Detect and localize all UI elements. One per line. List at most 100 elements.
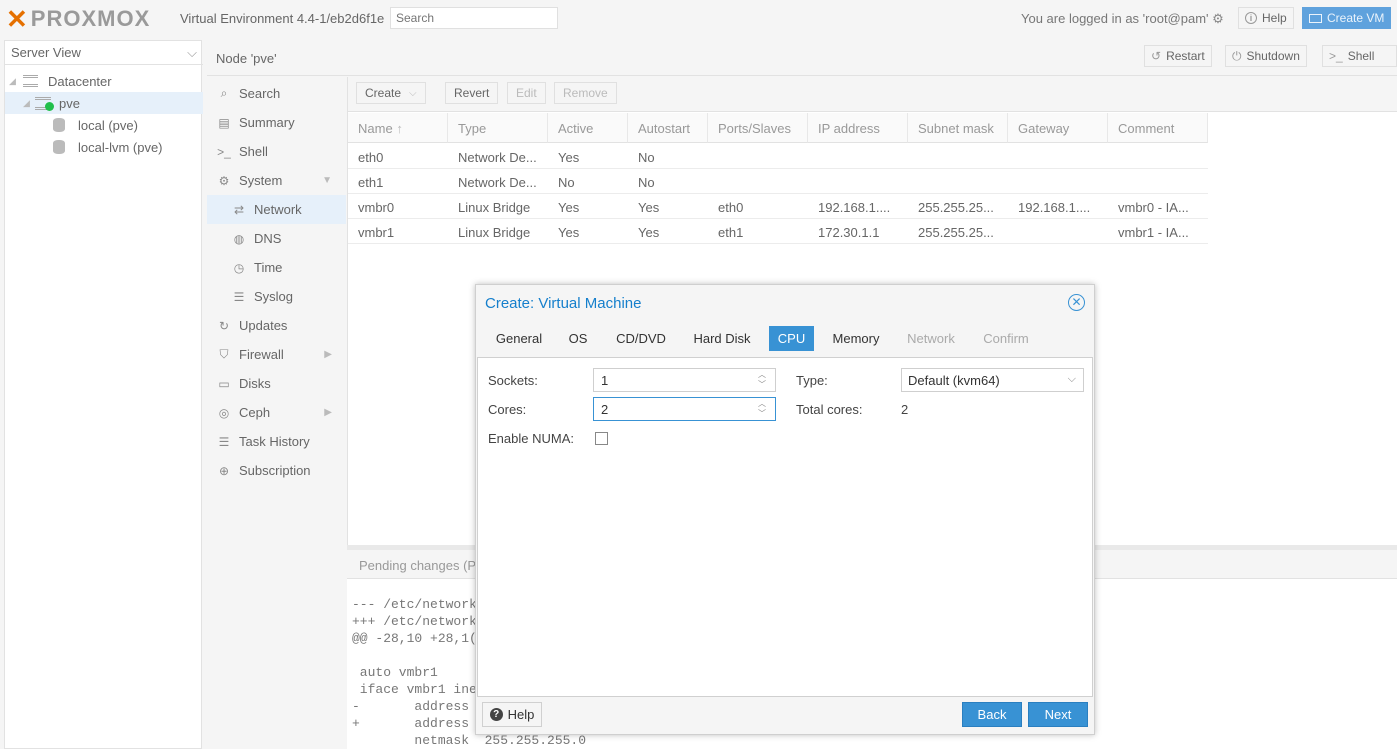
sockets-stepper[interactable]: 1 ︿ ﹀ xyxy=(593,368,776,392)
create-vm-label: Create VM xyxy=(1327,11,1385,25)
cores-value: 2 xyxy=(601,402,609,417)
revert-button[interactable]: Revert xyxy=(445,82,499,104)
expand-icon[interactable]: ◢ xyxy=(9,76,21,87)
restart-button[interactable]: ↺ Restart xyxy=(1144,45,1212,67)
tab-network[interactable]: Network xyxy=(900,326,962,351)
globe-icon: ◍ xyxy=(233,231,245,246)
tree-item-datacenter[interactable]: ◢ Datacenter xyxy=(5,70,203,92)
tab-hard-disk[interactable]: Hard Disk xyxy=(684,326,760,351)
numa-checkbox[interactable] xyxy=(595,432,608,445)
menu-item-task-history[interactable]: ☰ Task History xyxy=(207,427,346,456)
edit-label: Edit xyxy=(516,86,537,100)
menu-item-shell[interactable]: >_ Shell xyxy=(207,137,346,166)
menu-item-firewall[interactable]: ⛉ Firewall ▶ xyxy=(207,340,346,369)
cores-stepper[interactable]: 2 ︿ ﹀ xyxy=(593,397,776,421)
menu-item-ceph[interactable]: ◎ Ceph ▶ xyxy=(207,398,346,427)
cell-type: Network De... xyxy=(458,175,537,190)
menu-label: Task History xyxy=(239,434,310,449)
column-header-type[interactable]: Type xyxy=(448,113,548,143)
menu-item-summary[interactable]: ▤ Summary xyxy=(207,108,346,137)
menu-label: Updates xyxy=(239,318,288,333)
menu-item-search[interactable]: ⌕ Search xyxy=(207,79,346,108)
help-button[interactable]: i Help xyxy=(1238,7,1294,29)
cell-autostart: Yes xyxy=(638,225,660,240)
cpu-type-select[interactable]: Default (kvm64) ⌵ xyxy=(901,368,1084,392)
shell-button[interactable]: >_ Shell xyxy=(1322,45,1397,67)
close-icon[interactable]: ✕ xyxy=(1068,294,1085,311)
tab-cpu[interactable]: CPU xyxy=(769,326,814,351)
shutdown-button[interactable]: ⏻ Shutdown xyxy=(1225,45,1307,67)
help-label: Help xyxy=(507,707,535,722)
cell-active: No xyxy=(558,175,575,190)
column-header-active[interactable]: Active xyxy=(548,113,628,143)
menu-label: Summary xyxy=(239,115,295,130)
menu-item-network[interactable]: ⇄ Network xyxy=(207,195,346,224)
list-icon: ☰ xyxy=(218,434,230,449)
tree-item-local-lvm[interactable]: local-lvm (pve) xyxy=(5,136,203,158)
menu-item-system[interactable]: ⚙ System ▼ xyxy=(207,166,346,195)
column-header-autostart[interactable]: Autostart xyxy=(628,113,708,143)
spinner-arrows-icon[interactable]: ︿ ﹀ xyxy=(757,370,767,390)
tab-general[interactable]: General xyxy=(488,326,550,351)
create-vm-button[interactable]: Create VM xyxy=(1302,7,1392,29)
cpu-type-value: Default (kvm64) xyxy=(908,373,1000,388)
spinner-arrows-icon[interactable]: ︿ ﹀ xyxy=(757,399,767,419)
table-row[interactable]: vmbr1 Linux Bridge Yes Yes eth1 172.30.1… xyxy=(348,219,1208,244)
tree-item-label: local (pve) xyxy=(78,117,138,133)
table-row[interactable]: eth0 Network De... Yes No xyxy=(348,144,1208,169)
tab-os[interactable]: OS xyxy=(562,326,594,351)
menu-item-time[interactable]: ◷ Time xyxy=(207,253,346,282)
column-header-ip[interactable]: IP address xyxy=(808,113,908,143)
desktop-icon xyxy=(1309,13,1322,23)
column-header-comment[interactable]: Comment xyxy=(1108,113,1208,143)
dialog-help-button[interactable]: ? Help xyxy=(482,702,542,727)
brand-text: PROXMOX xyxy=(30,6,151,31)
create-button[interactable]: Create ⌵ xyxy=(356,82,426,104)
cell-type: Linux Bridge xyxy=(458,200,531,215)
table-row[interactable]: eth1 Network De... No No xyxy=(348,169,1208,194)
menu-item-updates[interactable]: ↻ Updates xyxy=(207,311,346,340)
cell-comment: vmbr0 - IA... xyxy=(1118,200,1189,215)
edit-button[interactable]: Edit xyxy=(507,82,546,104)
menu-item-subscription[interactable]: ⊕ Subscription xyxy=(207,456,346,485)
column-header-name[interactable]: Name ↑ xyxy=(348,113,448,143)
clock-icon: ◷ xyxy=(233,260,245,275)
cell-gateway: 192.168.1.... xyxy=(1018,200,1091,215)
column-header-ports[interactable]: Ports/Slaves xyxy=(708,113,808,143)
tab-memory[interactable]: Memory xyxy=(826,326,886,351)
expand-icon[interactable]: ◢ xyxy=(23,98,35,109)
dialog-title: Create: Virtual Machine xyxy=(485,295,642,312)
question-circle-icon: ? xyxy=(489,708,503,721)
tree-item-local[interactable]: local (pve) xyxy=(5,114,203,136)
cell-name: vmbr0 xyxy=(358,200,395,215)
menu-label: Ceph xyxy=(239,405,271,420)
table-row[interactable]: vmbr0 Linux Bridge Yes Yes eth0 192.168.… xyxy=(348,194,1208,219)
cell-ip: 172.30.1.1 xyxy=(818,225,880,240)
menu-item-disks[interactable]: ▭ Disks xyxy=(207,369,346,398)
tab-cd-dvd[interactable]: CD/DVD xyxy=(608,326,674,351)
gear-icon[interactable]: ⚙ xyxy=(1212,11,1224,26)
tab-confirm[interactable]: Confirm xyxy=(976,326,1036,351)
remove-button[interactable]: Remove xyxy=(554,82,617,104)
cogs-icon: ⚙ xyxy=(218,173,230,188)
column-header-gateway[interactable]: Gateway xyxy=(1008,113,1108,143)
top-header: ✕ PROXMOX Virtual Environment 4.4-1/eb2d… xyxy=(0,0,1397,38)
tree-item-pve[interactable]: ◢ pve xyxy=(5,92,203,114)
back-button[interactable]: Back xyxy=(962,702,1022,727)
cell-autostart: Yes xyxy=(638,200,660,215)
view-selector[interactable]: Server View ⌵ xyxy=(5,41,203,65)
database-icon xyxy=(53,140,65,154)
next-button[interactable]: Next xyxy=(1028,702,1088,727)
logged-in-text: You are logged in as 'root@pam' ⚙ xyxy=(1021,11,1224,27)
menu-item-dns[interactable]: ◍ DNS xyxy=(207,224,346,253)
node-title: Node 'pve' xyxy=(216,51,277,66)
cell-type: Network De... xyxy=(458,150,537,165)
column-label: Gateway xyxy=(1018,121,1070,136)
global-search-input[interactable] xyxy=(390,7,558,29)
menu-label: Time xyxy=(254,260,283,275)
undo-icon: ↺ xyxy=(1151,49,1162,63)
cell-autostart: No xyxy=(638,150,655,165)
menu-item-syslog[interactable]: ☰ Syslog xyxy=(207,282,346,311)
cell-comment: vmbr1 - IA... xyxy=(1118,225,1189,240)
column-header-subnet[interactable]: Subnet mask xyxy=(908,113,1008,143)
